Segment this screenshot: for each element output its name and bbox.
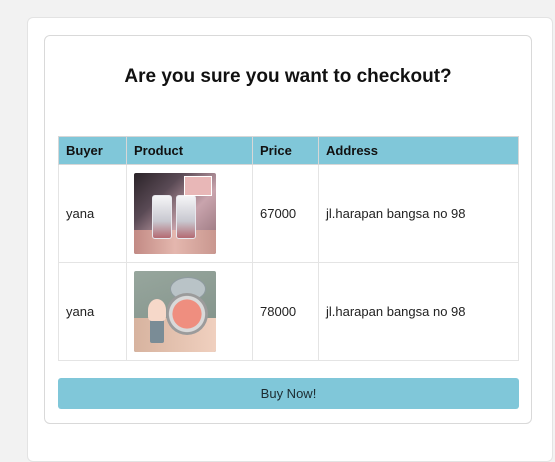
dialog-title: Are you sure you want to checkout? — [124, 66, 452, 87]
cell-product — [126, 262, 253, 361]
buy-now-button[interactable]: Buy Now! — [58, 378, 519, 409]
checkout-table: Buyer Product Price Address yana 67000 j… — [58, 136, 519, 361]
cell-buyer: yana — [58, 262, 127, 361]
header-buyer: Buyer — [58, 136, 127, 165]
product-image-lip-gloss — [134, 173, 216, 254]
cell-product — [126, 164, 253, 263]
cell-price: 67000 — [252, 164, 319, 263]
product-image-blush — [134, 271, 216, 352]
cell-address: jl.harapan bangsa no 98 — [318, 164, 519, 263]
table-row: yana 78000 jl.harapan bangsa no 98 — [58, 262, 519, 361]
header-address: Address — [318, 136, 519, 165]
header-price: Price — [252, 136, 319, 165]
table-header-row: Buyer Product Price Address — [58, 136, 519, 165]
cell-address: jl.harapan bangsa no 98 — [318, 262, 519, 361]
header-product: Product — [126, 136, 253, 165]
cell-buyer: yana — [58, 164, 127, 263]
checkout-dialog: Are you sure you want to checkout? Buyer… — [44, 35, 532, 424]
cell-price: 78000 — [252, 262, 319, 361]
table-row: yana 67000 jl.harapan bangsa no 98 — [58, 164, 519, 263]
